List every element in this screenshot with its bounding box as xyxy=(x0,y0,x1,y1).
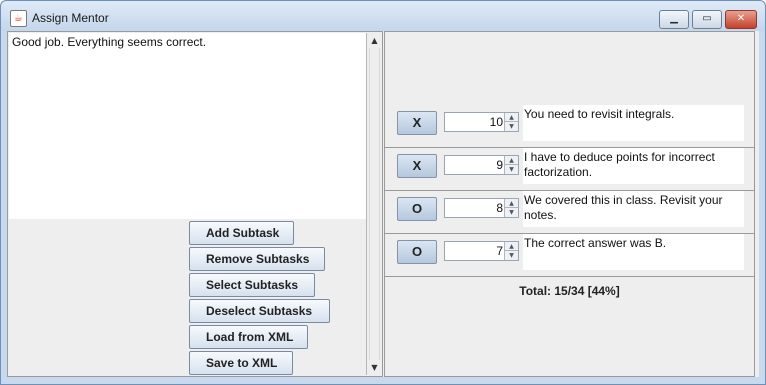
content-area: Good job. Everything seems correct. ▲ ▼ … xyxy=(7,31,759,377)
mark-toggle-button[interactable]: X xyxy=(397,111,437,135)
java-cup-icon: ☕ xyxy=(10,10,27,27)
points-spinner[interactable]: 9 ▲ ▼ xyxy=(444,155,519,175)
points-value[interactable]: 9 xyxy=(445,156,503,174)
minimize-button[interactable]: ▁ xyxy=(659,10,689,29)
subtask-row: X 9 ▲ ▼ I have to deduce points for inco… xyxy=(385,148,754,191)
feedback-text-area[interactable]: Good job. Everything seems correct. xyxy=(9,33,366,219)
window-title: Assign Mentor xyxy=(32,11,109,25)
comment-field[interactable]: You need to revisit integrals. xyxy=(523,105,744,141)
comment-field[interactable]: I have to deduce points for incorrect fa… xyxy=(523,148,744,184)
spin-up-icon[interactable]: ▲ xyxy=(504,199,518,208)
spin-up-icon[interactable]: ▲ xyxy=(504,156,518,165)
mark-toggle-button[interactable]: O xyxy=(397,197,437,221)
subtask-row: X 10 ▲ ▼ You need to revisit integrals. xyxy=(385,105,754,148)
spin-up-icon[interactable]: ▲ xyxy=(504,113,518,122)
save-to-xml-button[interactable]: Save to XML xyxy=(189,351,293,375)
subtask-row: O 7 ▲ ▼ The correct answer was B. xyxy=(385,234,754,277)
spin-down-icon[interactable]: ▼ xyxy=(504,165,518,174)
points-value[interactable]: 10 xyxy=(445,113,503,131)
subtask-row: O 8 ▲ ▼ We covered this in class. Revisi… xyxy=(385,191,754,234)
remove-subtasks-button[interactable]: Remove Subtasks xyxy=(189,247,325,271)
title-bar[interactable]: ☕ Assign Mentor ▁ ▭ ✕ xyxy=(1,1,765,31)
add-subtask-button[interactable]: Add Subtask xyxy=(189,221,294,245)
comment-field[interactable]: The correct answer was B. xyxy=(523,234,744,270)
minimize-icon: ▁ xyxy=(670,13,678,24)
mark-toggle-button[interactable]: X xyxy=(397,154,437,178)
spin-up-icon[interactable]: ▲ xyxy=(504,242,518,251)
load-from-xml-button[interactable]: Load from XML xyxy=(189,325,308,349)
select-subtasks-button[interactable]: Select Subtasks xyxy=(189,273,315,297)
comment-field[interactable]: We covered this in class. Revisit your n… xyxy=(523,191,744,227)
spin-down-icon[interactable]: ▼ xyxy=(504,122,518,131)
scroll-track[interactable] xyxy=(369,48,380,360)
feedback-pane: Good job. Everything seems correct. ▲ ▼ … xyxy=(7,31,383,377)
points-value[interactable]: 8 xyxy=(445,199,503,217)
deselect-subtasks-button[interactable]: Deselect Subtasks xyxy=(189,299,330,323)
close-icon: ✕ xyxy=(736,13,746,24)
points-spinner[interactable]: 10 ▲ ▼ xyxy=(444,112,519,132)
spin-down-icon[interactable]: ▼ xyxy=(504,251,518,260)
scroll-down-arrow-icon[interactable]: ▼ xyxy=(367,360,382,375)
total-score: Total: 15/34 [44%] xyxy=(519,284,620,298)
assign-mentor-window: ☕ Assign Mentor ▁ ▭ ✕ Good job. Everythi… xyxy=(0,0,766,385)
points-spinner[interactable]: 8 ▲ ▼ xyxy=(444,198,519,218)
mark-toggle-button[interactable]: O xyxy=(397,240,437,264)
scroll-up-arrow-icon[interactable]: ▲ xyxy=(367,33,382,48)
close-button[interactable]: ✕ xyxy=(725,10,757,29)
points-spinner[interactable]: 7 ▲ ▼ xyxy=(444,241,519,261)
spin-down-icon[interactable]: ▼ xyxy=(504,208,518,217)
subtasks-pane: X 10 ▲ ▼ You need to revisit integrals. … xyxy=(384,31,755,377)
points-value[interactable]: 7 xyxy=(445,242,503,260)
maximize-button[interactable]: ▭ xyxy=(692,10,722,29)
vertical-scrollbar[interactable]: ▲ ▼ xyxy=(366,33,382,375)
maximize-icon: ▭ xyxy=(702,13,712,24)
